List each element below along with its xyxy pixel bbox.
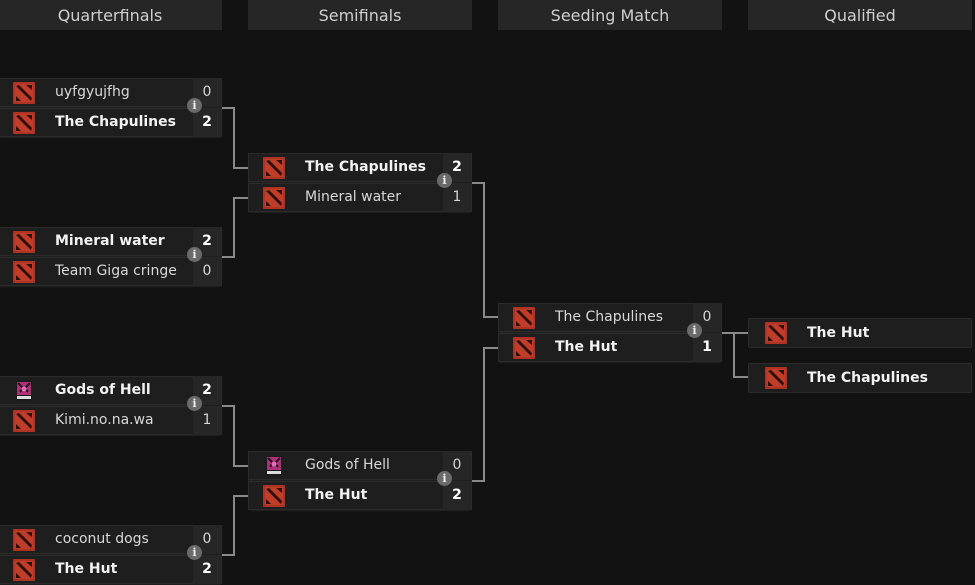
connector-line [483, 347, 485, 482]
team-name: Kimi.no.na.wa [55, 412, 154, 428]
qualified-team[interactable]: The Hut [748, 318, 972, 348]
match-info-icon[interactable]: i [187, 247, 202, 262]
dota-logo-icon [263, 157, 285, 179]
match-info-icon[interactable]: i [187, 545, 202, 560]
connector-line [233, 405, 235, 467]
connector-line [722, 332, 748, 334]
team-name: Team Giga cringe [55, 263, 177, 279]
team-slot[interactable]: The Hut 1 [498, 333, 722, 362]
gods-of-hell-logo-icon [266, 456, 282, 476]
dota-logo-icon [13, 559, 35, 581]
match-sf1[interactable]: The Chapulines 2 Mineral water 1 i [248, 153, 472, 213]
team-name: The Chapulines [555, 309, 664, 325]
team-name: coconut dogs [55, 531, 149, 547]
match-sf2[interactable]: Gods of Hell 0 The Hut 2 i [248, 451, 472, 511]
team-name: The Chapulines [55, 114, 176, 130]
round-header-quarterfinals: Quarterfinals [0, 0, 222, 30]
team-name: Gods of Hell [55, 382, 151, 398]
dota-logo-icon [765, 367, 787, 389]
connector-line [233, 197, 248, 199]
connector-line [733, 376, 748, 378]
round-header-seeding-match: Seeding Match [498, 0, 722, 30]
team-slot[interactable]: Team Giga cringe 0 [0, 257, 222, 286]
match-seeding[interactable]: The Chapulines 0 The Hut 1 i [498, 303, 722, 363]
connector-line [233, 197, 235, 258]
team-name: Mineral water [55, 233, 165, 249]
team-slot[interactable]: The Chapulines 2 [0, 108, 222, 137]
connector-line [483, 182, 485, 318]
match-qf2[interactable]: Mineral water 2 Team Giga cringe 0 i [0, 227, 222, 287]
team-slot[interactable]: The Hut 2 [0, 555, 222, 584]
dota-logo-icon [13, 529, 35, 551]
dota-logo-icon [263, 187, 285, 209]
team-slot[interactable]: Kimi.no.na.wa 1 [0, 406, 222, 435]
dota-logo-icon [13, 261, 35, 283]
dota-logo-icon [513, 307, 535, 329]
team-slot[interactable]: The Hut 2 [248, 481, 472, 510]
connector-line [483, 347, 498, 349]
dota-logo-icon [513, 337, 535, 359]
dota-logo-icon [13, 231, 35, 253]
dota-logo-icon [13, 410, 35, 432]
match-info-icon[interactable]: i [437, 471, 452, 486]
team-name: The Chapulines [807, 370, 928, 386]
connector-line [233, 495, 235, 556]
connector-line [233, 495, 248, 497]
round-header-semifinals: Semifinals [248, 0, 472, 30]
connector-line [233, 465, 248, 467]
match-info-icon[interactable]: i [437, 173, 452, 188]
gods-of-hell-logo-icon [16, 381, 32, 401]
team-name: Gods of Hell [305, 457, 390, 473]
connector-line [233, 107, 235, 169]
team-name: uyfgyujfhg [55, 84, 130, 100]
team-slot[interactable]: Mineral water 1 [248, 183, 472, 212]
qualified-team[interactable]: The Chapulines [748, 363, 972, 393]
match-info-icon[interactable]: i [687, 323, 702, 338]
dota-logo-icon [13, 82, 35, 104]
connector-line [483, 316, 498, 318]
match-qf3[interactable]: Gods of Hell 2 Kimi.no.na.wa 1 i [0, 376, 222, 436]
team-name: The Hut [305, 487, 368, 503]
connector-line [733, 332, 735, 378]
round-header-qualified: Qualified [748, 0, 972, 30]
team-name: The Hut [55, 561, 118, 577]
team-name: The Chapulines [305, 159, 426, 175]
match-info-icon[interactable]: i [187, 396, 202, 411]
team-name: Mineral water [305, 189, 402, 205]
match-qf1[interactable]: uyfgyujfhg 0 The Chapulines 2 i [0, 78, 222, 138]
team-name: The Hut [555, 339, 618, 355]
dota-logo-icon [13, 112, 35, 134]
match-qf4[interactable]: coconut dogs 0 The Hut 2 i [0, 525, 222, 585]
match-info-icon[interactable]: i [187, 98, 202, 113]
team-name: The Hut [807, 325, 870, 341]
dota-logo-icon [263, 485, 285, 507]
dota-logo-icon [765, 322, 787, 344]
connector-line [233, 167, 248, 169]
